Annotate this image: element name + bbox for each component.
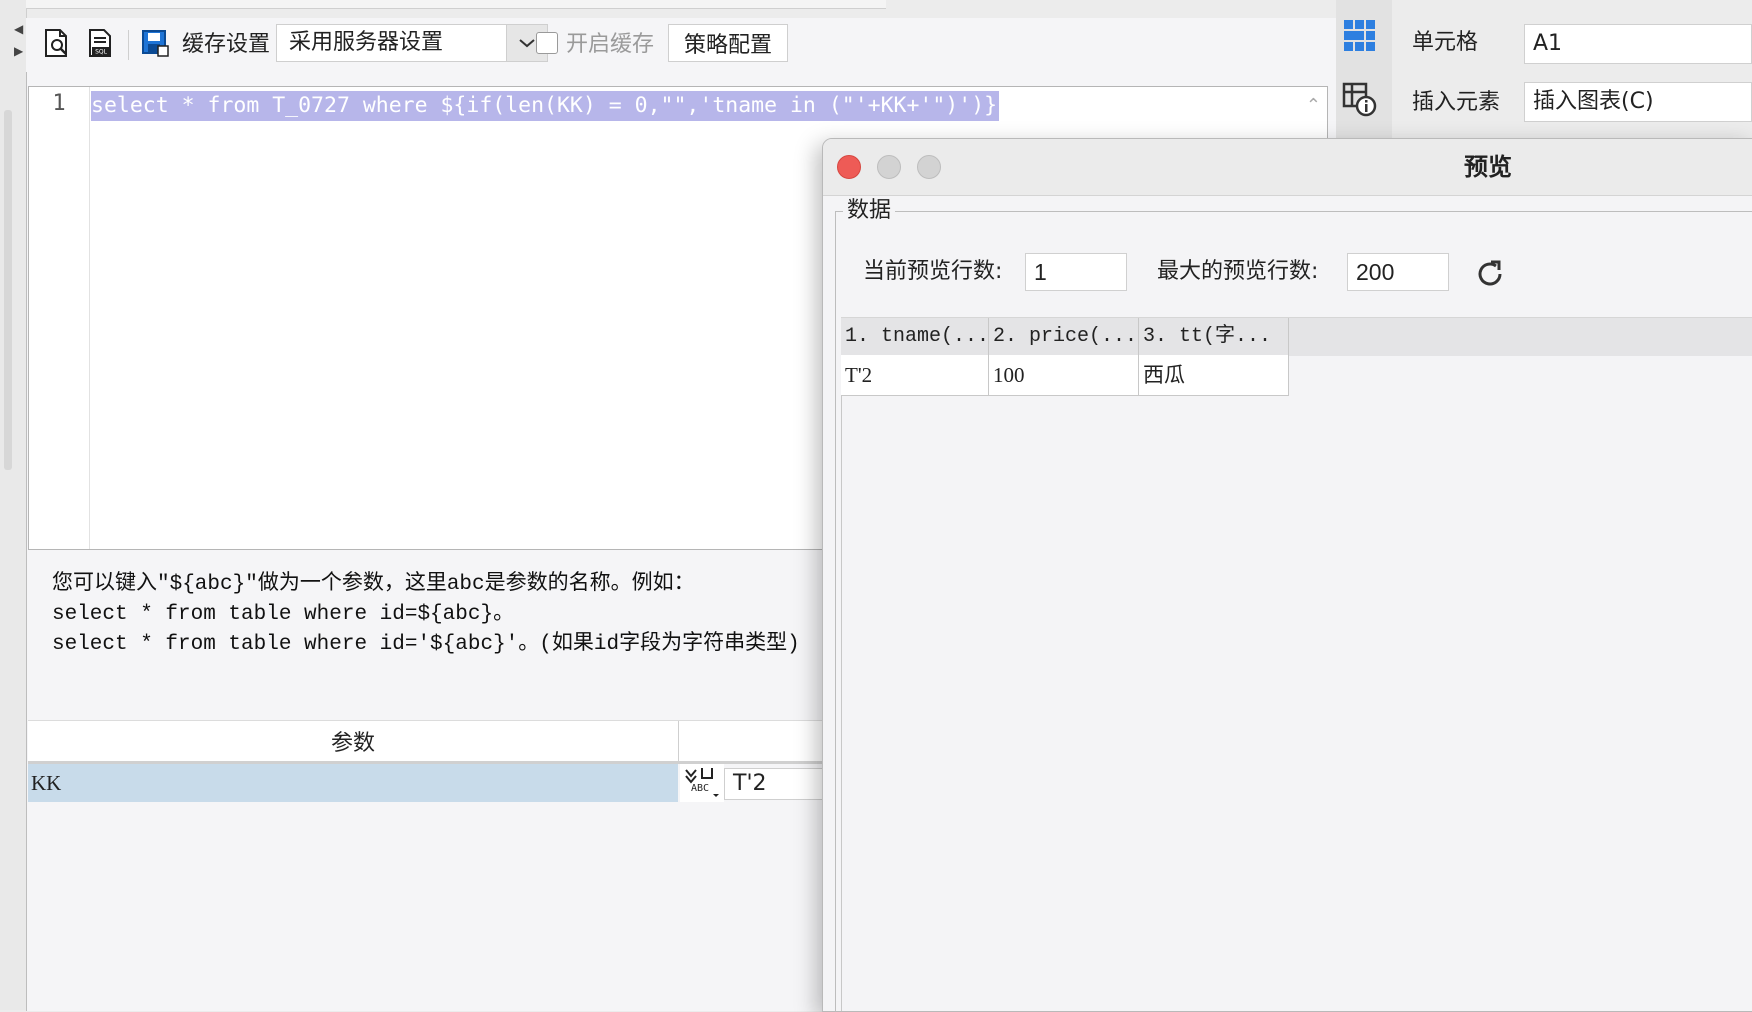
toolbar-separator bbox=[128, 30, 129, 60]
data-group-title: 数据 bbox=[843, 197, 896, 225]
sql-query-icon[interactable]: SQL bbox=[86, 28, 116, 58]
cache-mode-select[interactable]: 采用服务器设置 bbox=[276, 24, 548, 62]
line-number-gutter: 1 bbox=[29, 87, 90, 549]
line-number: 1 bbox=[52, 91, 66, 116]
enable-cache-checkbox[interactable] bbox=[536, 32, 558, 54]
left-collapse-strip: ◀ ▶ bbox=[0, 0, 27, 1010]
enable-cache-label: 开启缓存 bbox=[566, 32, 655, 57]
cell-address-field[interactable]: A1 bbox=[1524, 24, 1752, 64]
current-rows-label: 当前预览行数: bbox=[863, 259, 1003, 284]
strategy-config-button[interactable]: 策略配置 bbox=[668, 24, 788, 62]
cache-settings-label: 缓存设置 bbox=[182, 32, 271, 57]
param-table-header: 参数 bbox=[28, 720, 828, 764]
property-panel-tabs bbox=[1336, 0, 1392, 140]
table-row[interactable]: KK ABC T'2 bbox=[28, 764, 828, 802]
grid-left-border bbox=[841, 355, 842, 1011]
cell-tname[interactable]: T'2 bbox=[841, 355, 989, 395]
preview-titlebar[interactable]: 预览 bbox=[823, 139, 1752, 196]
insert-chart-field[interactable]: 插入图表(C) bbox=[1524, 82, 1752, 122]
param-column-header[interactable]: 参数 bbox=[28, 721, 679, 761]
cell-tt[interactable]: 西瓜 bbox=[1139, 355, 1289, 395]
refresh-icon[interactable] bbox=[1473, 257, 1507, 291]
scroll-up-icon[interactable]: ⌃ bbox=[1306, 95, 1321, 116]
column-header-tt[interactable]: 3. tt(字... bbox=[1139, 318, 1289, 356]
cache-mode-value: 采用服务器设置 bbox=[289, 30, 444, 55]
preview-window: 预览 数据 当前预览行数: 1 最大的预览行数: 200 1. tname(..… bbox=[822, 138, 1752, 1012]
preview-title: 预览 bbox=[1464, 153, 1512, 181]
svg-text:SQL: SQL bbox=[95, 49, 108, 56]
cache-save-icon[interactable] bbox=[140, 28, 170, 58]
column-header-price[interactable]: 2. price(... bbox=[989, 318, 1139, 356]
preview-grid-header: 1. tname(... 2. price(... 3. tt(字... bbox=[841, 317, 1752, 356]
param-name-cell[interactable]: KK bbox=[28, 764, 678, 802]
cell-price[interactable]: 100 bbox=[989, 355, 1139, 395]
sql-text-line[interactable]: select * from T_0727 where ${if(len(KK) … bbox=[91, 91, 1000, 121]
param-hint-line-3: select * from table where id='${abc}'。(如… bbox=[52, 633, 800, 656]
type-selector-icon[interactable]: ABC bbox=[680, 764, 724, 802]
insert-element-label: 插入元素 bbox=[1412, 90, 1501, 115]
svg-text:ABC: ABC bbox=[691, 783, 709, 794]
top-panel-edge bbox=[26, 0, 886, 9]
param-hint-line-2: select * from table where id=${abc}。 bbox=[52, 603, 515, 626]
param-value-field[interactable]: T'2 bbox=[724, 768, 828, 800]
collapse-left-icon[interactable]: ◀ bbox=[14, 22, 23, 36]
cell-element-icon[interactable] bbox=[1342, 18, 1378, 58]
cell-attribute-icon[interactable] bbox=[1342, 82, 1378, 122]
max-rows-label: 最大的预览行数: bbox=[1157, 259, 1319, 284]
cell-label: 单元格 bbox=[1412, 30, 1479, 55]
editor-toolbar: SQL 缓存设置 采用服务器设置 开启缓存 策略配置 bbox=[26, 18, 1336, 72]
preview-doc-icon[interactable] bbox=[42, 28, 72, 58]
column-header-tname[interactable]: 1. tname(... bbox=[841, 318, 989, 356]
current-rows-field[interactable]: 1 bbox=[1025, 253, 1127, 291]
expand-right-icon[interactable]: ▶ bbox=[14, 44, 23, 58]
table-row[interactable]: T'2 100 西瓜 bbox=[841, 355, 1289, 396]
strip-scrollbar[interactable] bbox=[4, 110, 12, 470]
max-rows-field[interactable]: 200 bbox=[1347, 253, 1449, 291]
param-hint-line-1: 您可以键入"${abc}"做为一个参数，这里abc是参数的名称。例如： bbox=[52, 573, 695, 596]
